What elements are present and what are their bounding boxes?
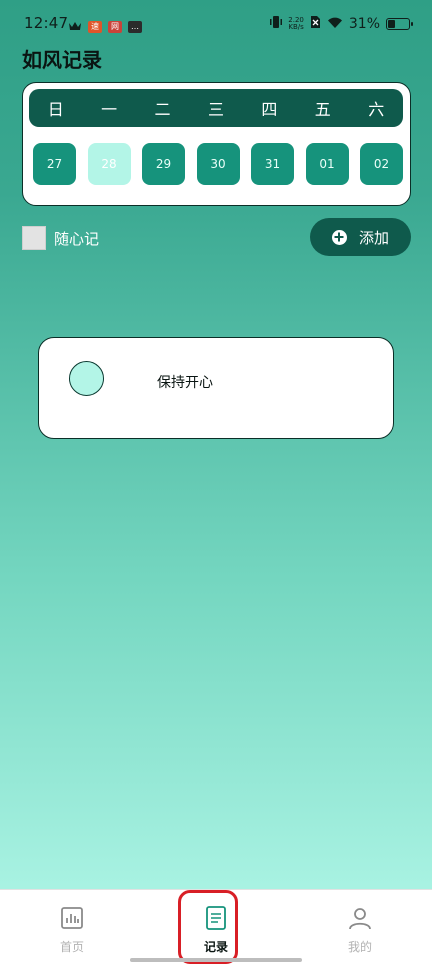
- weekday-label: 一: [101, 100, 118, 119]
- date-chip[interactable]: 30: [196, 143, 240, 185]
- user-icon: [330, 906, 390, 930]
- wifi-icon: [327, 14, 343, 33]
- week-calendar: 日 一 二 三 四 五 六 27 28 29 30 31 01 02: [22, 82, 411, 206]
- notification-icons: 速 网 …: [68, 17, 142, 36]
- bar-chart-icon: [42, 906, 102, 930]
- weekday-label: 四: [261, 100, 278, 119]
- weekday-label: 六: [368, 100, 385, 119]
- add-button[interactable]: 添加: [310, 218, 411, 256]
- no-sim-icon: [310, 14, 321, 33]
- weekday-header: 日 一 二 三 四 五 六: [29, 89, 403, 127]
- free-note-checkbox[interactable]: [22, 226, 46, 250]
- date-chip[interactable]: 31: [251, 143, 294, 185]
- weekday-label: 二: [154, 100, 171, 119]
- dates-row: 27 28 29 30 31 01 02: [33, 143, 403, 187]
- date-chip[interactable]: 27: [33, 143, 76, 185]
- app-badge-icon: 速: [88, 20, 102, 33]
- weekday-label: 日: [47, 100, 64, 119]
- free-note-toggle[interactable]: 随心记: [22, 226, 99, 250]
- record-card[interactable]: 保持开心: [38, 337, 394, 439]
- status-right: 2.20 KB/s 31%: [270, 14, 413, 33]
- record-mood-dot: [69, 361, 104, 396]
- network-speed: 2.20 KB/s: [288, 16, 304, 31]
- nav-home-label: 首页: [59, 940, 84, 954]
- weekday-label: 五: [314, 100, 331, 119]
- free-note-label: 随心记: [54, 229, 100, 248]
- status-time: 12:47: [24, 14, 69, 32]
- battery-percent: 31%: [348, 15, 380, 32]
- date-chip[interactable]: 02: [360, 143, 403, 185]
- nav-mine-label: 我的: [347, 940, 372, 954]
- selection-highlight: [178, 890, 238, 964]
- app-badge-icon: …: [128, 20, 142, 33]
- date-chip-selected[interactable]: 28: [87, 143, 131, 185]
- network-speed-unit: KB/s: [288, 22, 304, 31]
- add-button-label: 添加: [358, 228, 389, 247]
- date-chip[interactable]: 29: [142, 143, 185, 185]
- status-bar: 12:47 速 网 … 2.20 KB/s 31%: [0, 0, 432, 46]
- record-text: 保持开心: [157, 375, 213, 391]
- nav-home[interactable]: 首页: [42, 906, 102, 955]
- nav-mine[interactable]: 我的: [330, 906, 390, 955]
- date-chip[interactable]: 01: [305, 143, 349, 185]
- weekday-label: 三: [207, 100, 224, 119]
- crown-icon: [68, 17, 82, 36]
- vibrate-icon: [270, 14, 283, 33]
- battery-icon: [386, 17, 413, 30]
- plus-circle-icon: [331, 229, 347, 245]
- home-indicator: [130, 958, 302, 962]
- app-badge-icon: 网: [108, 20, 122, 33]
- page-title: 如风记录: [22, 48, 102, 72]
